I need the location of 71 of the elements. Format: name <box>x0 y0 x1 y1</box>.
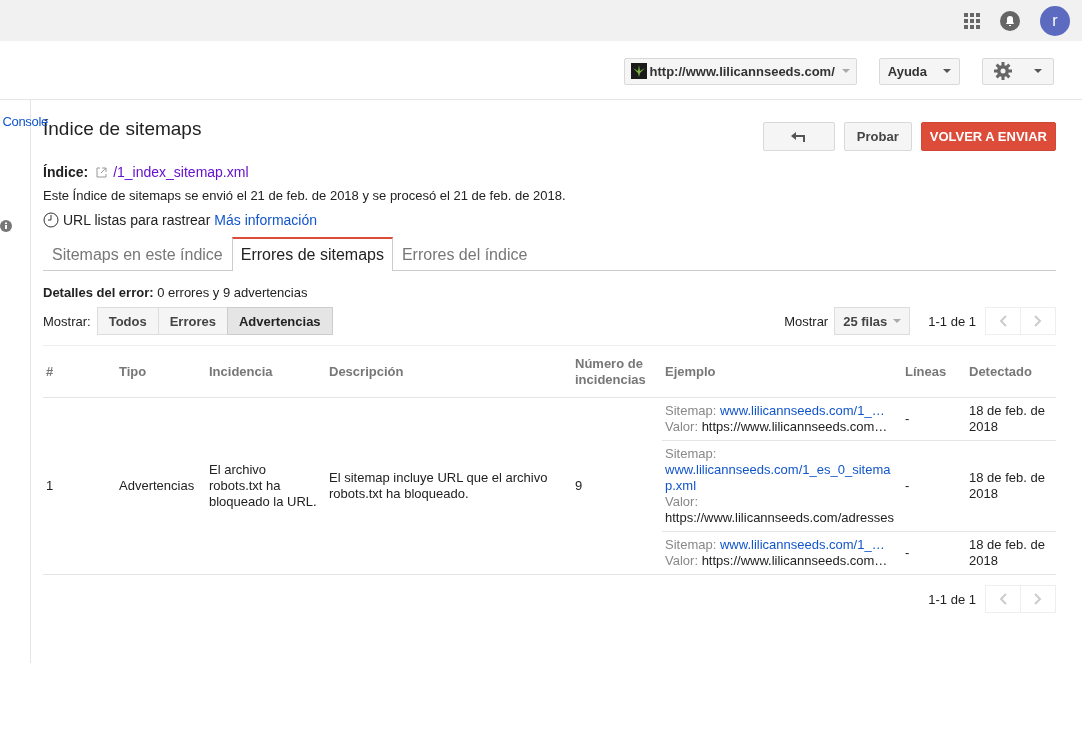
clock-icon <box>43 212 59 228</box>
test-button[interactable]: Probar <box>843 122 912 151</box>
show-label: Mostrar: <box>43 313 91 329</box>
more-info-link[interactable]: Más información <box>214 212 317 228</box>
filter-button[interactable]: Advertencias <box>226 307 333 335</box>
column-header: Descripción <box>329 363 404 379</box>
value-label: Valor: <box>665 553 698 568</box>
chevron-left-icon <box>999 315 1007 327</box>
sitemap-label: Sitemap: <box>665 446 718 462</box>
back-button[interactable] <box>762 122 835 151</box>
column-header: # <box>46 363 54 379</box>
resubmit-button[interactable]: VOLVER A ENVIAR <box>920 122 1056 151</box>
chevron-right-icon <box>1034 593 1042 605</box>
table-cell: - <box>905 478 910 493</box>
index-label: Índice: <box>43 164 89 180</box>
page-range: 1-1 de 1 <box>928 591 976 607</box>
external-link-icon <box>96 166 108 178</box>
notifications-bell-icon[interactable] <box>1000 10 1020 31</box>
avatar[interactable]: r <box>1040 5 1070 36</box>
tab[interactable]: Sitemaps en este índice <box>43 237 232 271</box>
column-header: Detectado <box>969 363 1032 379</box>
rows-label: Mostrar <box>784 313 829 329</box>
table-cell: 18 de feb. de 2018 <box>969 470 1045 501</box>
page-range: 1-1 de 1 <box>928 313 976 329</box>
value-url: https://www.lilicannseeds.com… <box>701 419 888 434</box>
caret-icon <box>1034 69 1042 73</box>
tab[interactable]: Errores de sitemaps <box>231 237 393 271</box>
apps-grid-icon[interactable] <box>964 12 980 29</box>
sitemap-link[interactable]: /1_index_sitemap.xml <box>113 164 249 180</box>
column-header: Número de incidencias <box>575 355 646 387</box>
column-header: Incidencia <box>209 363 273 379</box>
table-cell: 9 <box>575 478 583 493</box>
value-url: https://www.lilicannseeds.com/adresses <box>665 510 896 526</box>
filter-button[interactable]: Errores <box>157 307 228 335</box>
leaf-icon <box>630 63 647 79</box>
tab[interactable]: Errores del índice <box>392 237 537 271</box>
value-label: Valor: <box>665 419 698 434</box>
table-cell: - <box>905 411 910 426</box>
filter-button[interactable]: Todos <box>96 307 159 335</box>
sitemap-label: Sitemap: <box>665 403 717 418</box>
summary-text: Este Índice de sitemaps se envió el 21 de feb. de 2018 y se procesó el 21 de feb. de 2018. <box>43 188 567 203</box>
value-label: Valor: <box>665 494 699 510</box>
table-cell: 18 de feb. de 2018 <box>969 537 1045 568</box>
settings-icon <box>994 62 1012 80</box>
chevron-right-icon <box>1034 315 1042 327</box>
column-header: Líneas <box>905 363 947 379</box>
caret-icon <box>893 319 902 323</box>
sitemap-label: Sitemap: <box>665 537 717 552</box>
caret-icon <box>943 69 951 73</box>
back-arrow-icon <box>790 131 807 142</box>
column-header: Ejemplo <box>665 363 716 379</box>
sitemap-url-link[interactable]: www.lilicannseeds.com/1_… <box>719 403 885 418</box>
table-cell: 1 <box>46 478 54 493</box>
rows-dropdown[interactable]: 25 filas <box>834 307 911 335</box>
table-cell: Advertencias <box>119 478 195 493</box>
table-cell: 18 de feb. de 2018 <box>969 403 1045 434</box>
info-icon <box>0 220 12 232</box>
status-text: URL listas para rastrear <box>63 212 211 228</box>
sitemap-url-link[interactable]: www.lilicannseeds.com/1_es_0_sitemap.xml <box>665 462 899 494</box>
sitemap-url-link[interactable]: www.lilicannseeds.com/1_… <box>719 537 885 552</box>
error-details: Detalles del error: 0 errores y 9 advertencias <box>43 285 309 300</box>
table-cell: - <box>905 545 910 560</box>
site-selector[interactable]: http://www.lilicannseeds.com/ <box>623 57 857 85</box>
settings-dropdown[interactable] <box>982 57 1054 85</box>
table-cell: El sitemap incluye URL que el archivo robots.txt ha bloqueado. <box>329 470 548 501</box>
help-dropdown[interactable]: Ayuda <box>878 57 960 85</box>
chevron-left-icon <box>999 593 1007 605</box>
value-url: https://www.lilicannseeds.com… <box>701 553 888 568</box>
column-header: Tipo <box>119 363 147 379</box>
table-cell: El archivo robots.txt ha bloqueado la URL. <box>209 462 317 509</box>
caret-icon <box>841 69 850 73</box>
